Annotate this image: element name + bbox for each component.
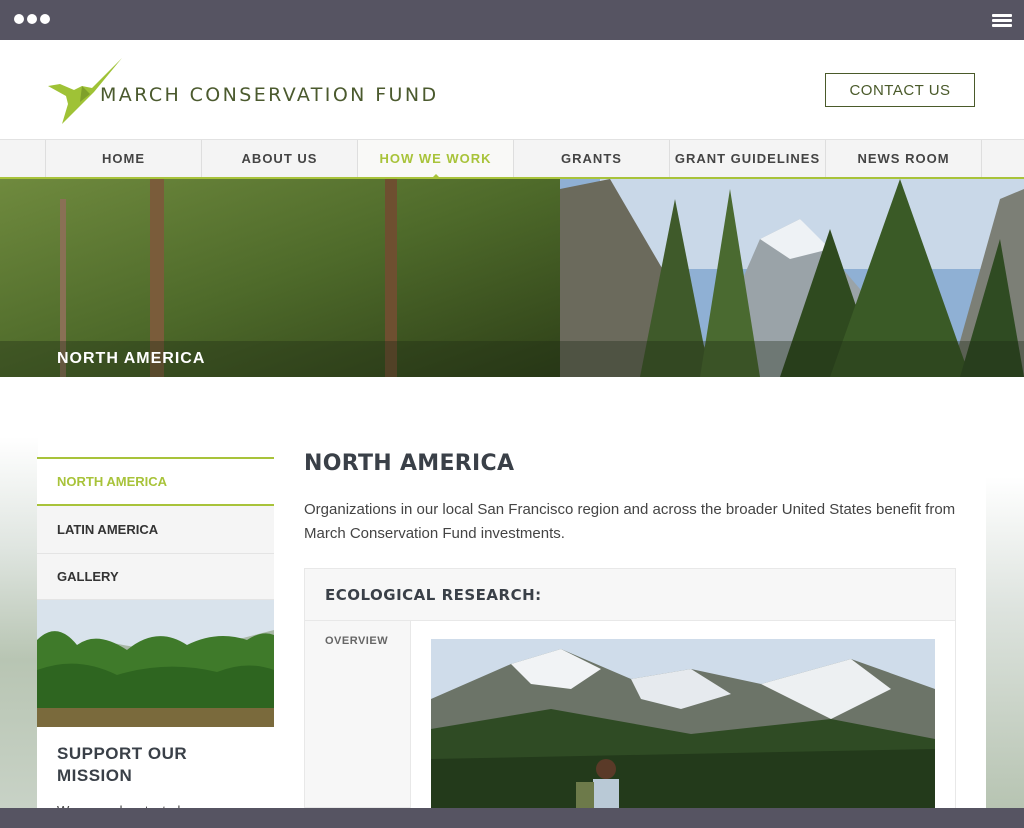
hamburger-menu-icon[interactable] (992, 14, 1012, 27)
background-fade-left (0, 437, 38, 808)
nav-item-how-we-work[interactable]: HOW WE WORK (358, 140, 514, 179)
main-content: NORTH AMERICA Organizations in our local… (304, 451, 956, 808)
panel-body (411, 621, 955, 808)
panel-heading: ECOLOGICAL RESEARCH: (305, 569, 955, 621)
nav-item-home[interactable]: HOME (46, 140, 202, 177)
ecological-research-panel: ECOLOGICAL RESEARCH: OVERVIEW (304, 568, 956, 808)
rainforest-river-image (37, 600, 274, 727)
sidebar: NORTH AMERICA LATIN AMERICA GALLERY SUPP… (37, 457, 274, 808)
site-name: MARCH CONSERVATION FUND (100, 84, 439, 106)
site-logo[interactable]: MARCH CONSERVATION FUND (46, 56, 486, 126)
window-dot-icon[interactable] (40, 14, 50, 24)
nav-item-grants[interactable]: GRANTS (514, 140, 670, 177)
nav-item-news-room[interactable]: NEWS ROOM (826, 140, 982, 177)
contact-us-button[interactable]: CONTACT US (825, 73, 975, 107)
background-fade-right (986, 477, 1024, 808)
page-title: NORTH AMERICA (304, 451, 515, 476)
main-nav: HOME ABOUT US HOW WE WORK GRANTS GRANT G… (0, 139, 1024, 179)
sidebar-item-north-america[interactable]: NORTH AMERICA (37, 457, 274, 506)
window-controls[interactable] (14, 14, 50, 24)
nav-item-grant-guidelines[interactable]: GRANT GUIDELINES (670, 140, 826, 177)
browser-top-bar (0, 0, 1024, 40)
intro-paragraph: Organizations in our local San Francisco… (304, 501, 956, 542)
support-mission-title: SUPPORT OUR MISSION (57, 744, 188, 785)
support-mission-text: We expand protected areas, support ecolo… (37, 787, 274, 808)
browser-bottom-bar (0, 808, 1024, 828)
window-dot-icon[interactable] (27, 14, 37, 24)
sidebar-item-gallery[interactable]: GALLERY (37, 554, 274, 600)
hero-title: NORTH AMERICA (57, 350, 206, 367)
mountain-researcher-image (431, 639, 935, 808)
nav-item-about-us[interactable]: ABOUT US (202, 140, 358, 177)
web-page: MARCH CONSERVATION FUND CONTACT US HOME … (0, 40, 1024, 808)
window-dot-icon[interactable] (14, 14, 24, 24)
tab-overview[interactable]: OVERVIEW (305, 621, 411, 808)
hero-banner: NORTH AMERICA (0, 179, 1024, 377)
site-header: MARCH CONSERVATION FUND CONTACT US (0, 40, 1024, 139)
content-area: NORTH AMERICA LATIN AMERICA GALLERY SUPP… (0, 377, 1024, 808)
sidebar-item-latin-america[interactable]: LATIN AMERICA (37, 506, 274, 554)
